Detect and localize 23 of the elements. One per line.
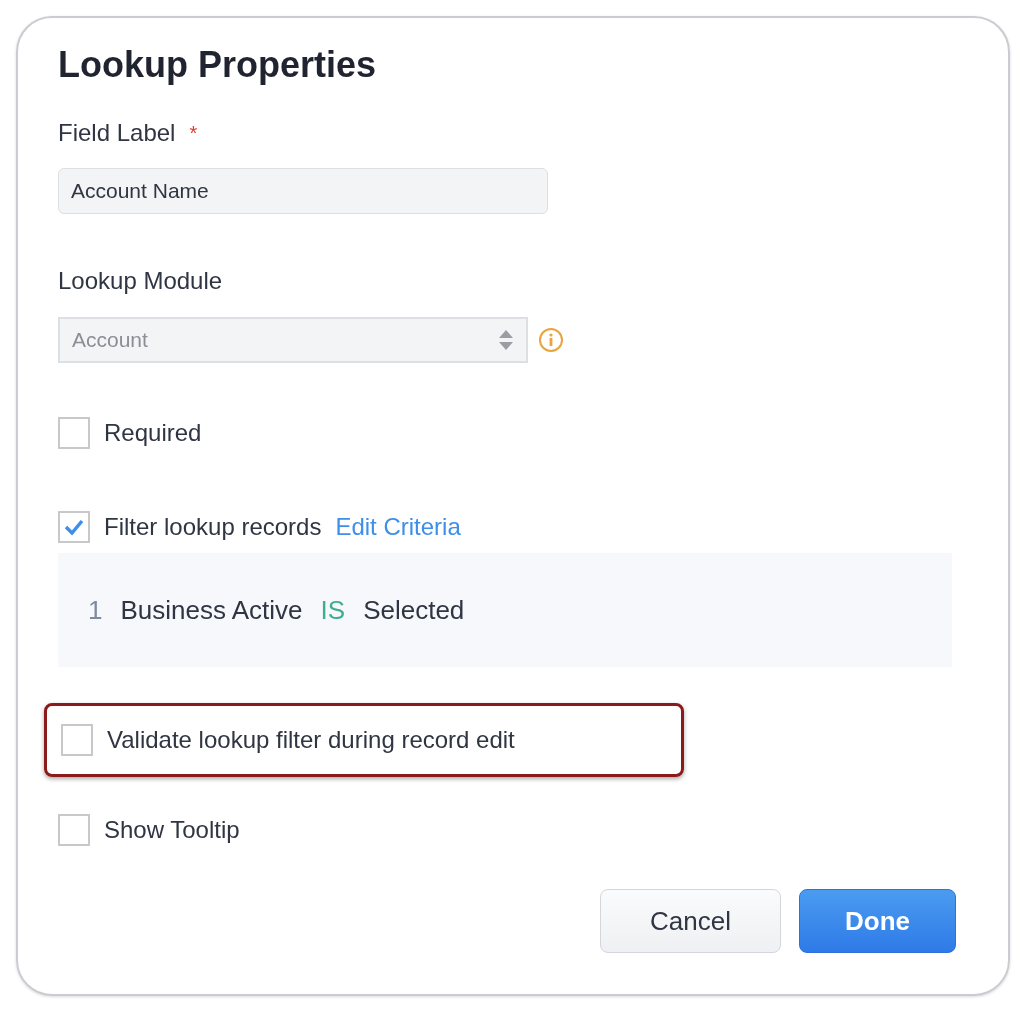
checkbox[interactable]: [58, 417, 90, 449]
criteria-field: Business Active: [120, 594, 303, 626]
info-icon[interactable]: [538, 327, 564, 353]
checkbox[interactable]: [58, 814, 90, 846]
check-icon: [63, 518, 85, 536]
checkbox[interactable]: [58, 511, 90, 543]
criteria-value: Selected: [363, 594, 465, 626]
cancel-button[interactable]: Cancel: [600, 889, 781, 953]
edit-criteria-link[interactable]: Edit Criteria: [335, 511, 461, 543]
checkbox-label: Required: [104, 418, 202, 448]
checkbox-label: Show Tooltip: [104, 815, 240, 845]
sort-icon: [498, 328, 514, 352]
criteria-number: 1: [88, 594, 103, 626]
dialog-title: Lookup Properties: [58, 43, 378, 87]
field-label: Field Label: [58, 118, 176, 148]
checkbox-label: Filter lookup records: [104, 512, 322, 542]
criteria-operator: IS: [320, 594, 346, 626]
checkbox-label: Validate lookup filter during record edit: [107, 725, 515, 755]
input-field[interactable]: Account Name: [58, 168, 548, 214]
done-button[interactable]: Done: [799, 889, 956, 953]
required-mark: *: [189, 121, 198, 146]
checkbox[interactable]: [61, 724, 93, 756]
field-label: Lookup Module: [58, 266, 223, 296]
